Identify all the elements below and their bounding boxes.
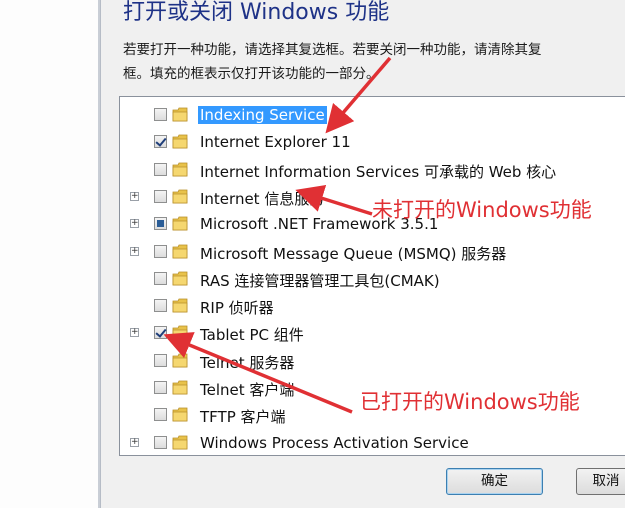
dialog-description: 若要打开一种功能，请选择其复选框。若要关闭一种功能，请清除其复 框。填充的框表示… — [123, 38, 623, 86]
expand-icon[interactable]: + — [130, 437, 139, 447]
folder-icon — [172, 189, 188, 204]
feature-label: Telnet 客户端 — [200, 381, 295, 399]
expand-icon[interactable]: + — [130, 191, 139, 201]
feature-label: RAS 连接管理器管理工具包(CMAK) — [200, 271, 440, 290]
feature-checkbox[interactable] — [154, 408, 167, 422]
feature-row[interactable]: Internet Explorer 11 — [120, 129, 620, 156]
feature-row[interactable]: Internet Information Services 可承载的 Web 核… — [120, 157, 620, 184]
dialog-title: 打开或关闭 Windows 功能 — [123, 0, 390, 25]
feature-checkbox[interactable] — [154, 244, 167, 258]
feature-label: Internet Explorer 11 — [200, 133, 351, 152]
folder-icon — [172, 162, 188, 176]
background-window — [0, 0, 100, 508]
expand-icon[interactable]: + — [130, 219, 139, 229]
feature-checkbox[interactable] — [154, 353, 167, 367]
feature-checkbox[interactable] — [154, 381, 167, 394]
windows-features-dialog: 打开或关闭 Windows 功能 若要打开一种功能，请选择其复选框。若要关闭一种… — [100, 0, 625, 508]
description-line-1: 若要打开一种功能，请选择其复选框。若要关闭一种功能，请清除其复 — [123, 42, 542, 58]
folder-icon — [172, 271, 188, 286]
folder-icon — [172, 298, 188, 313]
feature-row[interactable]: Indexing Service — [120, 102, 620, 129]
feature-checkbox[interactable] — [154, 108, 167, 121]
folder-icon — [172, 380, 188, 395]
feature-label: Microsoft Message Queue (MSMQ) 服务器 — [200, 244, 507, 263]
feature-row[interactable]: RIP 侦听器 — [120, 293, 620, 320]
ok-button[interactable]: 确定 — [446, 468, 543, 495]
feature-checkbox[interactable] — [154, 162, 167, 176]
feature-label: Telnet 服务器 — [200, 353, 295, 372]
folder-icon — [172, 134, 188, 149]
feature-checkbox[interactable] — [154, 217, 167, 231]
folder-icon — [172, 107, 188, 122]
description-line-2: 框。填充的框表示仅打开该功能的一部分。 — [123, 66, 380, 82]
feature-label: RIP 侦听器 — [200, 299, 274, 318]
feature-row[interactable]: + Tablet PC 组件 — [120, 320, 620, 347]
feature-checkbox[interactable] — [154, 135, 167, 149]
folder-icon — [172, 216, 188, 231]
feature-label: Internet Information Services 可承载的 Web 核… — [200, 162, 557, 181]
annotation-not-enabled: 未打开的Windows功能 — [372, 198, 592, 222]
feature-checkbox[interactable] — [154, 189, 167, 203]
folder-icon — [172, 435, 188, 449]
folder-icon — [172, 244, 188, 258]
feature-checkbox[interactable] — [154, 435, 167, 449]
feature-label: TFTP 客户端 — [200, 408, 286, 427]
expand-icon[interactable]: + — [130, 328, 139, 338]
feature-row[interactable]: + Microsoft Message Queue (MSMQ) 服务器 — [120, 239, 620, 266]
feature-checkbox[interactable] — [154, 271, 167, 285]
feature-label: Windows Process Activation Service — [200, 433, 469, 452]
feature-row[interactable]: RAS 连接管理器管理工具包(CMAK) — [120, 266, 620, 293]
expand-icon[interactable]: + — [130, 246, 139, 256]
feature-label: Internet 信息服务 — [200, 189, 325, 208]
feature-label: Tablet PC 组件 — [200, 326, 304, 345]
folder-icon — [172, 353, 188, 368]
feature-checkbox[interactable] — [154, 326, 167, 340]
feature-label: Indexing Service — [198, 106, 327, 124]
cancel-button[interactable]: 取消 — [576, 468, 625, 495]
folder-icon — [172, 325, 188, 340]
feature-checkbox[interactable] — [154, 299, 167, 313]
annotation-enabled: 已打开的Windows功能 — [360, 390, 580, 414]
feature-row[interactable]: + Windows Process Activation Service — [120, 430, 620, 455]
folder-icon — [172, 407, 188, 422]
feature-row[interactable]: Telnet 服务器 — [120, 348, 620, 375]
